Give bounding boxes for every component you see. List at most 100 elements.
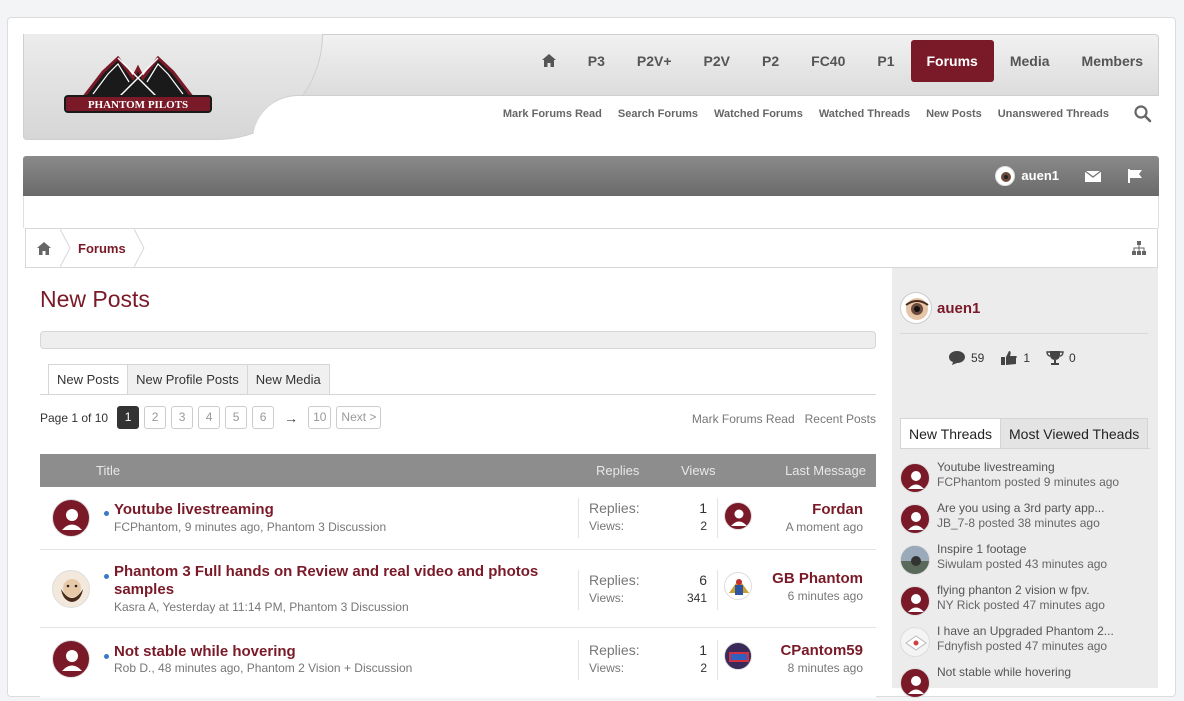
thread-row[interactable]: Not stable while hovering Rob D., 48 min… (40, 628, 876, 698)
thread-author[interactable]: Rob D. (114, 661, 151, 675)
nav-p2v-plus[interactable]: P2V+ (621, 40, 688, 82)
thread-author-avatar[interactable] (900, 545, 930, 575)
nav-forums[interactable]: Forums (910, 40, 994, 82)
subnav-mark-forums-read[interactable]: Mark Forums Read (495, 108, 610, 120)
last-poster-avatar[interactable] (724, 502, 752, 530)
sidebar-thread-item[interactable]: Youtube livestreaming FCPhantom posted 9… (900, 460, 1150, 496)
tab-most-viewed-threads[interactable]: Most Viewed Theads (1000, 418, 1149, 448)
trophies-stat[interactable]: 0 (1046, 350, 1076, 366)
subnav-new-posts[interactable]: New Posts (918, 108, 990, 120)
thread-forum[interactable]: Phantom 3 Discussion (289, 600, 408, 614)
last-poster-name[interactable]: CPantom59 (780, 642, 863, 659)
user-avatar[interactable] (995, 166, 1015, 186)
nav-fc40[interactable]: FC40 (795, 40, 861, 82)
subnav-unanswered-threads[interactable]: Unanswered Threads (990, 108, 1117, 120)
thread-row[interactable]: Phantom 3 Full hands on Review and real … (40, 550, 876, 628)
sidebar-avatar[interactable] (900, 292, 932, 324)
nav-p3[interactable]: P3 (572, 40, 621, 82)
author-avatar[interactable] (52, 640, 90, 678)
phantom-pilots-logo[interactable]: PHANTOM PILOTS (63, 50, 213, 116)
sidebar-thread-item[interactable]: I have an Upgraded Phantom 2... Fdnyfish… (900, 624, 1150, 660)
thread-row[interactable]: Youtube livestreaming FCPhantom, 9 minut… (40, 487, 876, 550)
page-6-button[interactable]: 6 (252, 406, 275, 429)
col-views[interactable]: Views (681, 463, 715, 478)
thread-title[interactable]: Not stable while hovering (114, 643, 554, 661)
breadcrumb-forums[interactable]: Forums (78, 241, 126, 256)
thread-author-avatar[interactable] (900, 463, 930, 493)
col-last-message[interactable]: Last Message (785, 463, 866, 478)
subnav-search-forums[interactable]: Search Forums (610, 108, 706, 120)
last-post-time[interactable]: A moment ago (786, 520, 863, 534)
page-4-button[interactable]: 4 (198, 406, 221, 429)
thread-author-avatar[interactable] (900, 627, 930, 657)
user-menu-name[interactable]: auen1 (1021, 168, 1059, 183)
thread-author-avatar[interactable] (900, 586, 930, 616)
col-replies[interactable]: Replies (596, 463, 639, 478)
thread-author-avatar[interactable] (900, 668, 930, 698)
thread-author[interactable]: FCPhantom (114, 520, 178, 534)
sidebar-thread-item[interactable]: Not stable while hovering (900, 665, 1150, 701)
nav-home[interactable] (526, 40, 572, 82)
recent-posts-link[interactable]: Recent Posts (805, 412, 876, 426)
tab-new-media[interactable]: New Media (246, 364, 330, 394)
sidebar-thread-title[interactable]: Are you using a 3rd party app... (937, 501, 1104, 515)
sidebar-username[interactable]: auen1 (937, 300, 980, 317)
last-poster-avatar[interactable] (724, 642, 752, 670)
last-post-time[interactable]: 8 minutes ago (788, 661, 863, 675)
sidebar-thread-title[interactable]: flying phanton 2 vision w fpv. (937, 583, 1090, 597)
next-page-button[interactable]: Next > (336, 406, 382, 429)
last-post-time[interactable]: 6 minutes ago (788, 589, 863, 603)
thread-title[interactable]: Youtube livestreaming (114, 501, 554, 519)
sidebar-thread-title[interactable]: I have an Upgraded Phantom 2... (937, 624, 1114, 638)
tab-new-profile-posts[interactable]: New Profile Posts (127, 364, 248, 394)
last-poster-name[interactable]: Fordan (812, 501, 863, 518)
thread-forum[interactable]: Phantom 3 Discussion (267, 520, 386, 534)
page-10-button[interactable]: 10 (308, 406, 332, 429)
thread-title[interactable]: Phantom 3 Full hands on Review and real … (114, 563, 554, 599)
tab-new-threads[interactable]: New Threads (900, 418, 1002, 448)
thread-stats: Replies: 1 Views: 2 (578, 498, 718, 538)
nav-p2[interactable]: P2 (746, 40, 795, 82)
thread-author[interactable]: Kasra A (114, 600, 156, 614)
author-avatar[interactable] (52, 499, 90, 537)
messages-stat[interactable]: 59 (948, 350, 984, 366)
thread-stats: Replies: 6 Views: 341 (578, 570, 718, 610)
subnav-watched-forums[interactable]: Watched Forums (706, 108, 811, 120)
sidebar-thread-title[interactable]: Youtube livestreaming (937, 460, 1055, 474)
search-icon[interactable] (1133, 104, 1153, 124)
mark-forums-read-link[interactable]: Mark Forums Read (692, 412, 795, 426)
thread-time[interactable]: Yesterday at 11:14 PM (162, 600, 282, 614)
sitemap-icon[interactable] (1131, 240, 1147, 256)
page-1-button[interactable]: 1 (117, 406, 140, 429)
thread-author-avatar[interactable] (900, 504, 930, 534)
page-2-button[interactable]: 2 (144, 406, 167, 429)
author-avatar[interactable] (52, 570, 90, 608)
sidebar-thread-item[interactable]: flying phanton 2 vision w fpv. NY Rick p… (900, 583, 1150, 619)
col-title[interactable]: Title (96, 463, 120, 478)
thread-time[interactable]: 9 minutes ago (185, 520, 260, 534)
breadcrumb-separator (134, 229, 145, 267)
page-skip-arrow[interactable]: → (284, 410, 298, 426)
subnav-watched-threads[interactable]: Watched Threads (811, 108, 918, 120)
thread-time[interactable]: 48 minutes ago (158, 661, 240, 675)
breadcrumb-home[interactable] (26, 229, 62, 267)
sidebar-thread-title[interactable]: Not stable while hovering (937, 665, 1071, 679)
likes-stat[interactable]: 1 (1000, 350, 1030, 366)
tab-new-posts[interactable]: New Posts (48, 364, 129, 395)
sidebar-thread-title[interactable]: Inspire 1 footage (937, 542, 1026, 556)
page-3-button[interactable]: 3 (171, 406, 194, 429)
breadcrumb: Forums (25, 228, 1158, 268)
nav-media[interactable]: Media (994, 40, 1066, 82)
flag-icon[interactable] (1125, 166, 1145, 186)
envelope-icon[interactable] (1083, 166, 1103, 186)
sidebar-thread-item[interactable]: Are you using a 3rd party app... JB_7-8 … (900, 501, 1150, 537)
page-5-button[interactable]: 5 (225, 406, 248, 429)
nav-members[interactable]: Members (1066, 40, 1159, 82)
sidebar-thread-meta: Fdnyfish posted 47 minutes ago (937, 639, 1108, 653)
last-poster-name[interactable]: GB Phantom (772, 570, 863, 587)
last-poster-avatar[interactable] (724, 572, 752, 600)
sidebar-thread-item[interactable]: Inspire 1 footage Siwulam posted 43 minu… (900, 542, 1150, 578)
nav-p1[interactable]: P1 (861, 40, 910, 82)
nav-p2v[interactable]: P2V (688, 40, 746, 82)
thread-forum[interactable]: Phantom 2 Vision + Discussion (247, 661, 413, 675)
